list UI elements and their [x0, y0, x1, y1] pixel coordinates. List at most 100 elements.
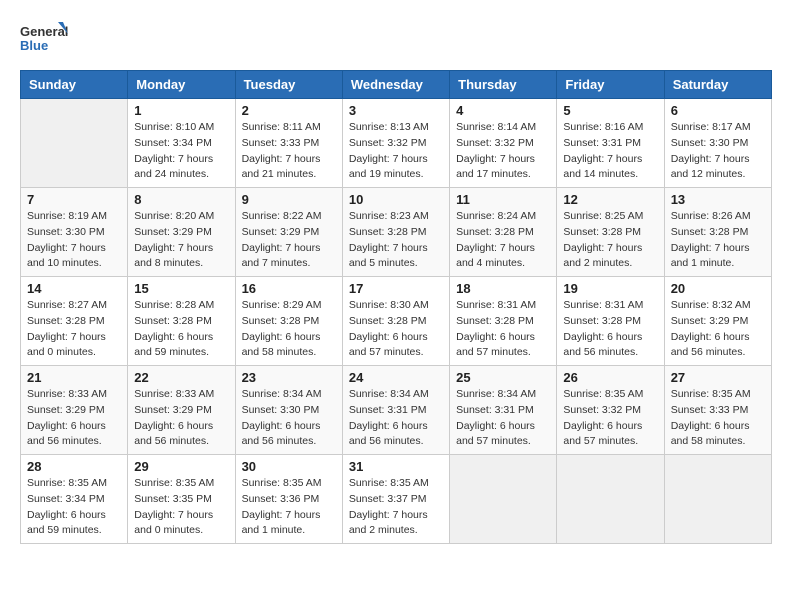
logo: General Blue [20, 20, 70, 60]
day-info: Sunrise: 8:25 AM Sunset: 3:28 PM Dayligh… [563, 209, 657, 272]
day-info: Sunrise: 8:35 AM Sunset: 3:36 PM Dayligh… [242, 476, 336, 539]
day-number: 28 [27, 459, 121, 474]
day-cell: 7Sunrise: 8:19 AM Sunset: 3:30 PM Daylig… [21, 188, 128, 277]
day-cell: 9 Sunrise: 8:22 AM Sunset: 3:29 PM Daylig… [235, 188, 342, 277]
day-cell: 28 Sunrise: 8:35 AM Sunset: 3:34 PM Dayli… [21, 455, 128, 544]
day-number: 30 [242, 459, 336, 474]
day-number: 14 [27, 281, 121, 296]
day-info: Sunrise: 8:30 AM Sunset: 3:28 PM Dayligh… [349, 298, 443, 361]
day-number: 1 [134, 103, 228, 118]
day-number: 25 [456, 370, 550, 385]
day-number: 7 [27, 192, 121, 207]
day-number: 6 [671, 103, 765, 118]
day-info: Sunrise: 8:33 AM Sunset: 3:29 PM Dayligh… [134, 387, 228, 450]
weekday-header-sunday: Sunday [21, 71, 128, 99]
day-cell: 3Sunrise: 8:13 AM Sunset: 3:32 PM Daylig… [342, 99, 449, 188]
day-cell: 24Sunrise: 8:34 AM Sunset: 3:31 PM Dayli… [342, 366, 449, 455]
day-number: 31 [349, 459, 443, 474]
day-cell [557, 455, 664, 544]
day-number: 15 [134, 281, 228, 296]
day-number: 13 [671, 192, 765, 207]
day-info: Sunrise: 8:10 AM Sunset: 3:34 PM Dayligh… [134, 120, 228, 183]
day-info: Sunrise: 8:11 AM Sunset: 3:33 PM Dayligh… [242, 120, 336, 183]
day-info: Sunrise: 8:35 AM Sunset: 3:34 PM Dayligh… [27, 476, 121, 539]
day-cell: 14 Sunrise: 8:27 AM Sunset: 3:28 PM Dayli… [21, 277, 128, 366]
day-number: 21 [27, 370, 121, 385]
day-number: 29 [134, 459, 228, 474]
day-cell: 27Sunrise: 8:35 AM Sunset: 3:33 PM Dayli… [664, 366, 771, 455]
weekday-header-friday: Friday [557, 71, 664, 99]
calendar: SundayMondayTuesdayWednesdayThursdayFrid… [20, 70, 772, 544]
day-info: Sunrise: 8:35 AM Sunset: 3:32 PM Dayligh… [563, 387, 657, 450]
day-cell: 30 Sunrise: 8:35 AM Sunset: 3:36 PM Dayli… [235, 455, 342, 544]
day-cell: 23 Sunrise: 8:34 AM Sunset: 3:30 PM Dayli… [235, 366, 342, 455]
week-row-1: 1 Sunrise: 8:10 AM Sunset: 3:34 PM Daylig… [21, 99, 772, 188]
day-number: 16 [242, 281, 336, 296]
day-cell: 17 Sunrise: 8:30 AM Sunset: 3:28 PM Dayli… [342, 277, 449, 366]
day-cell: 8 Sunrise: 8:20 AM Sunset: 3:29 PM Daylig… [128, 188, 235, 277]
week-row-5: 28 Sunrise: 8:35 AM Sunset: 3:34 PM Dayli… [21, 455, 772, 544]
day-cell: 21Sunrise: 8:33 AM Sunset: 3:29 PM Dayli… [21, 366, 128, 455]
day-cell [664, 455, 771, 544]
day-number: 26 [563, 370, 657, 385]
day-cell: 10Sunrise: 8:23 AM Sunset: 3:28 PM Dayli… [342, 188, 449, 277]
day-cell: 4Sunrise: 8:14 AM Sunset: 3:32 PM Daylig… [450, 99, 557, 188]
day-info: Sunrise: 8:20 AM Sunset: 3:29 PM Dayligh… [134, 209, 228, 272]
day-info: Sunrise: 8:24 AM Sunset: 3:28 PM Dayligh… [456, 209, 550, 272]
weekday-header-saturday: Saturday [664, 71, 771, 99]
svg-text:Blue: Blue [20, 38, 48, 53]
day-number: 17 [349, 281, 443, 296]
day-info: Sunrise: 8:14 AM Sunset: 3:32 PM Dayligh… [456, 120, 550, 183]
day-number: 19 [563, 281, 657, 296]
weekday-header-row: SundayMondayTuesdayWednesdayThursdayFrid… [21, 71, 772, 99]
day-info: Sunrise: 8:29 AM Sunset: 3:28 PM Dayligh… [242, 298, 336, 361]
day-number: 9 [242, 192, 336, 207]
day-cell [450, 455, 557, 544]
day-info: Sunrise: 8:13 AM Sunset: 3:32 PM Dayligh… [349, 120, 443, 183]
day-cell: 1 Sunrise: 8:10 AM Sunset: 3:34 PM Daylig… [128, 99, 235, 188]
day-number: 24 [349, 370, 443, 385]
day-info: Sunrise: 8:35 AM Sunset: 3:35 PM Dayligh… [134, 476, 228, 539]
day-cell: 31 Sunrise: 8:35 AM Sunset: 3:37 PM Dayli… [342, 455, 449, 544]
day-cell: 15 Sunrise: 8:28 AM Sunset: 3:28 PM Dayli… [128, 277, 235, 366]
svg-text:General: General [20, 24, 68, 39]
weekday-header-wednesday: Wednesday [342, 71, 449, 99]
day-cell: 25 Sunrise: 8:34 AM Sunset: 3:31 PM Dayli… [450, 366, 557, 455]
day-cell: 2 Sunrise: 8:11 AM Sunset: 3:33 PM Daylig… [235, 99, 342, 188]
day-info: Sunrise: 8:23 AM Sunset: 3:28 PM Dayligh… [349, 209, 443, 272]
day-cell: 29 Sunrise: 8:35 AM Sunset: 3:35 PM Dayli… [128, 455, 235, 544]
week-row-3: 14 Sunrise: 8:27 AM Sunset: 3:28 PM Dayli… [21, 277, 772, 366]
page-header: General Blue [20, 20, 772, 60]
day-number: 11 [456, 192, 550, 207]
day-cell: 18Sunrise: 8:31 AM Sunset: 3:28 PM Dayli… [450, 277, 557, 366]
weekday-header-monday: Monday [128, 71, 235, 99]
day-cell: 5Sunrise: 8:16 AM Sunset: 3:31 PM Daylig… [557, 99, 664, 188]
day-cell: 22 Sunrise: 8:33 AM Sunset: 3:29 PM Dayli… [128, 366, 235, 455]
day-info: Sunrise: 8:27 AM Sunset: 3:28 PM Dayligh… [27, 298, 121, 361]
day-number: 8 [134, 192, 228, 207]
day-info: Sunrise: 8:17 AM Sunset: 3:30 PM Dayligh… [671, 120, 765, 183]
day-info: Sunrise: 8:22 AM Sunset: 3:29 PM Dayligh… [242, 209, 336, 272]
day-number: 2 [242, 103, 336, 118]
day-info: Sunrise: 8:34 AM Sunset: 3:31 PM Dayligh… [456, 387, 550, 450]
weekday-header-thursday: Thursday [450, 71, 557, 99]
weekday-header-tuesday: Tuesday [235, 71, 342, 99]
day-number: 12 [563, 192, 657, 207]
day-cell [21, 99, 128, 188]
day-cell: 6 Sunrise: 8:17 AM Sunset: 3:30 PM Daylig… [664, 99, 771, 188]
day-info: Sunrise: 8:28 AM Sunset: 3:28 PM Dayligh… [134, 298, 228, 361]
day-cell: 16 Sunrise: 8:29 AM Sunset: 3:28 PM Dayli… [235, 277, 342, 366]
day-info: Sunrise: 8:35 AM Sunset: 3:37 PM Dayligh… [349, 476, 443, 539]
day-cell: 26 Sunrise: 8:35 AM Sunset: 3:32 PM Dayli… [557, 366, 664, 455]
logo-svg: General Blue [20, 20, 70, 60]
day-number: 22 [134, 370, 228, 385]
day-number: 5 [563, 103, 657, 118]
day-info: Sunrise: 8:31 AM Sunset: 3:28 PM Dayligh… [563, 298, 657, 361]
day-cell: 19 Sunrise: 8:31 AM Sunset: 3:28 PM Dayli… [557, 277, 664, 366]
day-cell: 11 Sunrise: 8:24 AM Sunset: 3:28 PM Dayli… [450, 188, 557, 277]
day-number: 18 [456, 281, 550, 296]
day-number: 23 [242, 370, 336, 385]
week-row-2: 7Sunrise: 8:19 AM Sunset: 3:30 PM Daylig… [21, 188, 772, 277]
day-number: 20 [671, 281, 765, 296]
day-info: Sunrise: 8:34 AM Sunset: 3:30 PM Dayligh… [242, 387, 336, 450]
